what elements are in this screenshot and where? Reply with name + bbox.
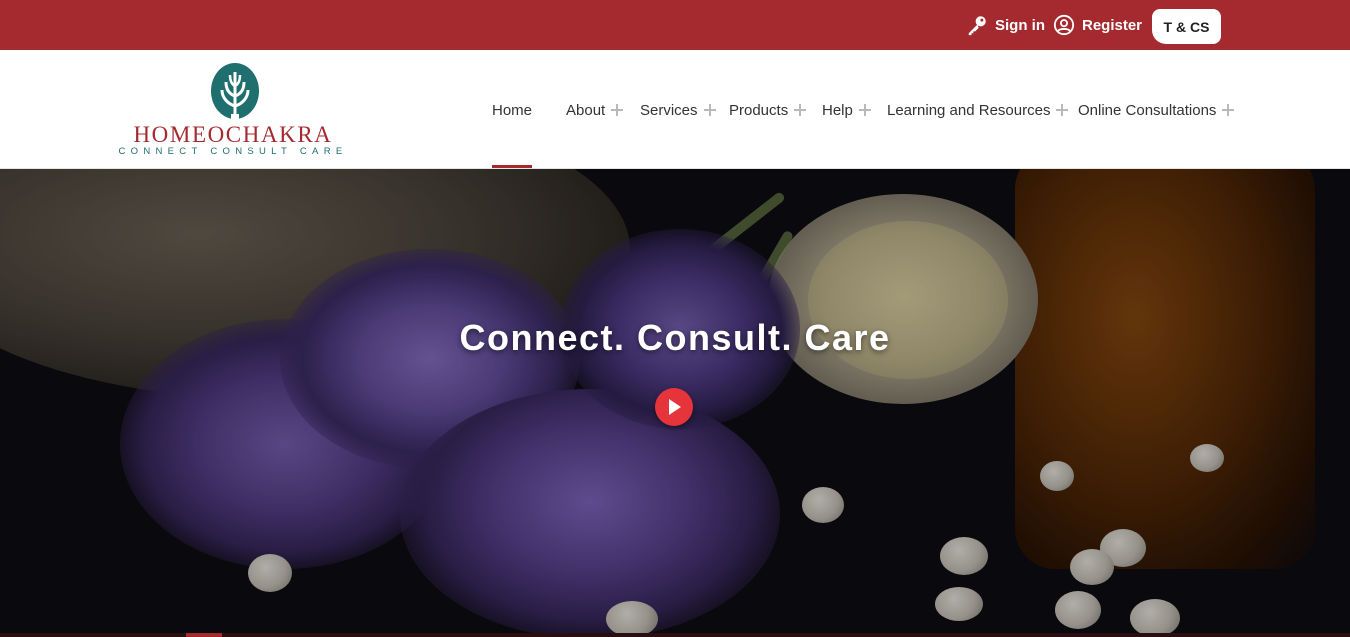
nav-item-label: Home [492, 101, 533, 119]
plus-icon [1056, 104, 1069, 116]
nav-item-label: Learning and Resources [887, 101, 1051, 119]
plus-icon [794, 104, 807, 116]
key-icon [968, 16, 986, 36]
sign-in-link[interactable]: Sign in [966, 13, 1045, 37]
terms-button[interactable]: T & CS [1152, 9, 1221, 44]
play-icon [669, 399, 681, 415]
site-header: HOMEOCHAKRA CONNECT CONSULT CARE Home Ab… [0, 50, 1350, 169]
plus-icon [1222, 104, 1235, 116]
register-label: Register [1082, 16, 1143, 34]
nav-item-online-consultations[interactable]: Online Consultations [1078, 99, 1235, 121]
leaf-tree-icon [211, 63, 259, 120]
top-bar: Sign in Register T & CS [0, 0, 1350, 50]
plus-icon [611, 104, 624, 116]
active-nav-indicator [492, 165, 532, 168]
nav-item-services[interactable]: Services [640, 99, 716, 121]
site-logo[interactable]: HOMEOCHAKRA CONNECT CONSULT CARE [118, 62, 350, 162]
brand-name: HOMEOCHAKRA [133, 122, 333, 147]
nav-item-home[interactable]: Home [492, 99, 532, 121]
nav-item-label: Online Consultations [1078, 101, 1217, 119]
hero-headline: Connect. Consult. Care [459, 317, 891, 358]
register-link[interactable]: Register [1053, 13, 1142, 37]
nav-item-learning-and-resources[interactable]: Learning and Resources [887, 99, 1069, 121]
brand-tagline: CONNECT CONSULT CARE [118, 146, 348, 157]
plus-icon [703, 104, 716, 116]
nav-item-label: Services [640, 101, 698, 119]
sign-in-label: Sign in [995, 16, 1045, 34]
plus-icon [858, 104, 871, 116]
nav-item-label: About [566, 101, 606, 119]
play-video-button[interactable] [655, 388, 693, 426]
nav-item-label: Products [729, 101, 789, 119]
hero-banner: Connect. Consult. Care [0, 169, 1350, 637]
nav-item-about[interactable]: About [566, 99, 624, 121]
nav-item-help[interactable]: Help [822, 99, 871, 121]
nav-item-label: Help [822, 101, 853, 119]
nav-item-products[interactable]: Products [729, 99, 807, 121]
hero-bottom-accent [186, 633, 222, 637]
user-circle-icon [1053, 14, 1075, 36]
